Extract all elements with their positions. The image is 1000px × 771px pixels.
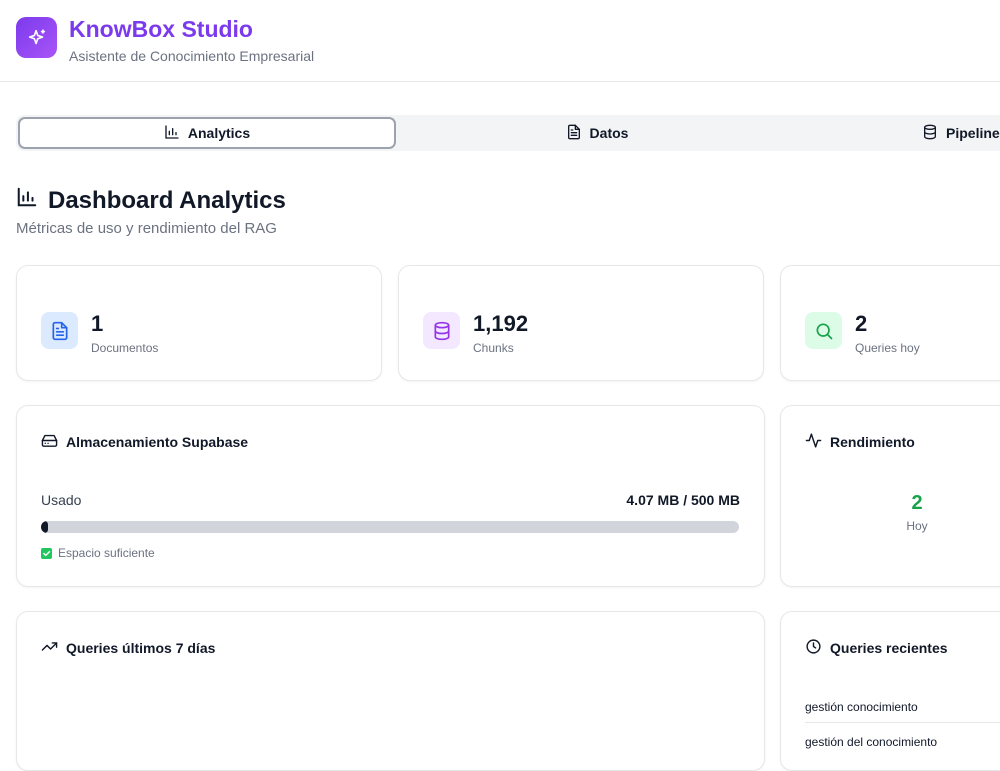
recent-queries-title: Queries recientes xyxy=(805,638,948,658)
tab-label: Datos xyxy=(589,125,629,141)
database-icon xyxy=(922,124,938,143)
stat-card-documentos: 1 Documentos xyxy=(16,265,382,381)
trending-up-icon xyxy=(41,638,58,658)
stat-card-chunks: 1,192 Chunks xyxy=(398,265,764,381)
stat-card-queries: 2 Queries hoy xyxy=(780,265,1000,381)
queries-chart-title-text: Queries últimos 7 días xyxy=(66,640,216,656)
app-header: KnowBox Studio Asistente de Conocimiento… xyxy=(0,0,1000,82)
storage-title-text: Almacenamiento Supabase xyxy=(66,434,249,450)
storage-status: Espacio suficiente xyxy=(41,546,155,560)
stat-value: 1 xyxy=(91,311,104,336)
queries-chart-title: Queries últimos 7 días xyxy=(41,638,215,658)
bar-chart-icon xyxy=(164,124,180,143)
tab-datos[interactable]: Datos xyxy=(398,115,796,151)
activity-icon xyxy=(805,432,822,452)
file-text-icon xyxy=(41,312,78,349)
tab-pipeline[interactable]: Pipeline xyxy=(922,115,1000,151)
storage-title: Almacenamiento Supabase xyxy=(41,432,248,452)
check-icon xyxy=(41,547,52,559)
storage-used-label: Usado xyxy=(41,492,82,508)
page-title: Dashboard Analytics xyxy=(16,186,286,215)
recent-queries-title-text: Queries recientes xyxy=(830,640,948,656)
hard-drive-icon xyxy=(41,432,58,452)
recent-query-item[interactable]: gestión conocimiento xyxy=(805,700,918,714)
clock-icon xyxy=(805,638,822,658)
recent-queries-card: Queries recientes gestión conocimiento g… xyxy=(780,611,1000,771)
tab-label: Analytics xyxy=(187,125,251,141)
performance-card: Rendimiento 2 Hoy xyxy=(780,405,1000,587)
page-subtitle: Métricas de uso y rendimiento del RAG xyxy=(16,220,277,237)
storage-progress-bar xyxy=(41,521,739,533)
database-icon xyxy=(423,312,460,349)
stat-value: 2 xyxy=(855,311,868,336)
search-icon xyxy=(805,312,842,349)
main-tabs: Analytics Datos Pipeline xyxy=(16,115,1000,151)
bar-chart-icon xyxy=(16,186,38,215)
sparkles-logo-icon xyxy=(16,17,57,58)
stat-label: Queries hoy xyxy=(855,341,920,355)
performance-title-text: Rendimiento xyxy=(830,434,915,450)
performance-label: Hoy xyxy=(906,519,928,533)
performance-title: Rendimiento xyxy=(805,432,915,452)
file-text-icon xyxy=(566,124,582,143)
storage-card: Almacenamiento Supabase Usado 4.07 MB / … xyxy=(16,405,765,587)
stat-label: Chunks xyxy=(473,341,514,355)
tab-analytics[interactable]: Analytics xyxy=(18,117,396,149)
page-title-text: Dashboard Analytics xyxy=(48,186,286,214)
app-title: KnowBox Studio xyxy=(69,16,253,42)
storage-progress-fill xyxy=(41,521,48,533)
stat-label: Documentos xyxy=(91,341,159,355)
stat-value: 1,192 xyxy=(473,311,529,336)
queries-chart-card: Queries últimos 7 días xyxy=(16,611,765,771)
app-subtitle: Asistente de Conocimiento Empresarial xyxy=(69,48,315,64)
storage-used-value: 4.07 MB / 500 MB xyxy=(626,492,740,508)
divider xyxy=(805,722,1000,723)
tab-label: Pipeline xyxy=(946,125,1000,141)
recent-query-item[interactable]: gestión del conocimiento xyxy=(805,735,937,749)
performance-value: 2 xyxy=(911,492,923,514)
storage-status-text: Espacio suficiente xyxy=(58,546,155,560)
